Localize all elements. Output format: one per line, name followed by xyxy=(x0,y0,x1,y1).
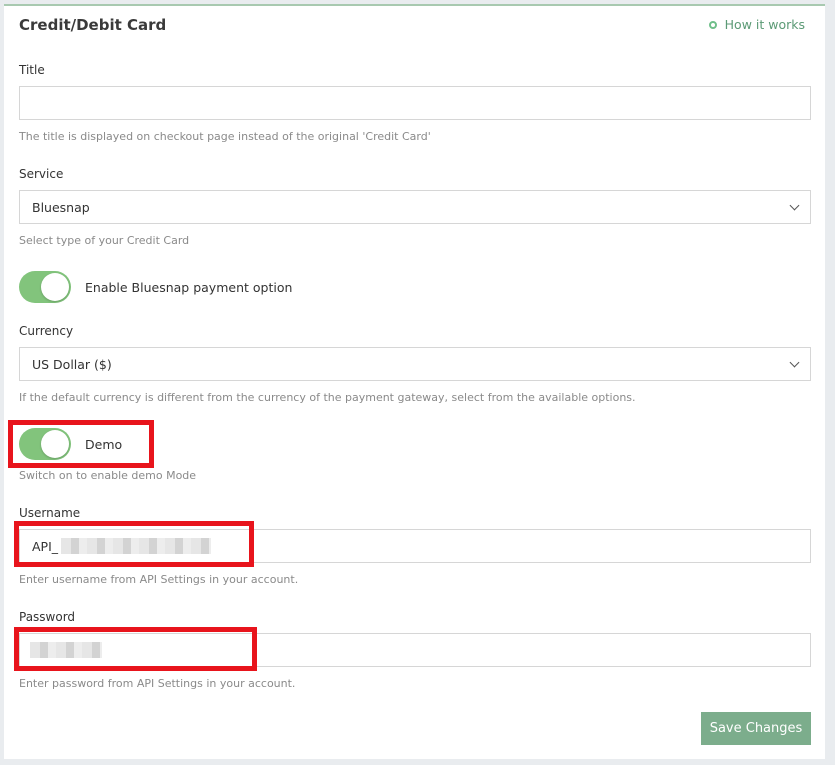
password-label: Password xyxy=(19,610,76,624)
demo-toggle[interactable] xyxy=(19,428,71,460)
password-help-text: Enter password from API Settings in your… xyxy=(19,677,296,690)
enable-bluesnap-label: Enable Bluesnap payment option xyxy=(85,279,293,295)
credit-card-settings-panel: Credit/Debit Card How it works Title The… xyxy=(4,4,825,759)
demo-help-text: Switch on to enable demo Mode xyxy=(19,469,197,482)
how-it-works-label: How it works xyxy=(724,17,805,32)
title-label: Title xyxy=(19,63,45,77)
circle-icon xyxy=(708,20,717,29)
username-input[interactable]: API_ xyxy=(19,529,811,563)
panel-title: Credit/Debit Card xyxy=(19,16,167,34)
demo-row: Demo xyxy=(19,428,122,460)
service-help-text: Select type of your Credit Card xyxy=(19,234,190,247)
currency-selected-value: US Dollar ($) xyxy=(32,356,112,372)
toggle-knob xyxy=(41,273,69,301)
enable-bluesnap-toggle[interactable] xyxy=(19,271,71,303)
password-input[interactable] xyxy=(19,633,811,667)
demo-label: Demo xyxy=(85,436,123,452)
title-input[interactable] xyxy=(19,86,811,120)
service-label: Service xyxy=(19,167,64,181)
currency-help-text: If the default currency is different fro… xyxy=(19,391,636,404)
username-help-text: Enter username from API Settings in your… xyxy=(19,573,299,586)
redacted-username xyxy=(61,538,212,554)
username-label: Username xyxy=(19,506,81,520)
title-help-text: The title is displayed on checkout page … xyxy=(19,130,431,143)
currency-label: Currency xyxy=(19,324,74,338)
chevron-down-icon xyxy=(789,200,800,211)
currency-select[interactable]: US Dollar ($) xyxy=(19,347,811,381)
toggle-knob xyxy=(41,430,69,458)
save-changes-button[interactable]: Save Changes xyxy=(701,712,811,745)
service-select[interactable]: Bluesnap xyxy=(19,190,811,224)
redacted-password xyxy=(30,642,102,658)
service-selected-value: Bluesnap xyxy=(32,199,90,215)
chevron-down-icon xyxy=(789,357,800,368)
how-it-works-link[interactable]: How it works xyxy=(708,17,805,32)
username-value-prefix: API_ xyxy=(32,538,59,554)
enable-bluesnap-row: Enable Bluesnap payment option xyxy=(19,271,292,303)
